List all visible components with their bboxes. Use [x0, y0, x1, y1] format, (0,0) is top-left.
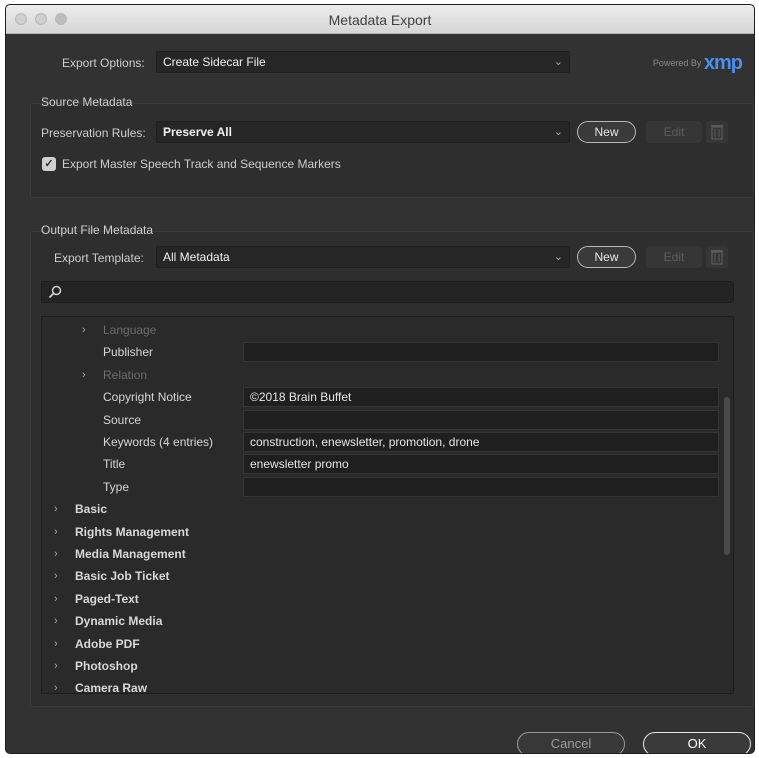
tree-group-row[interactable]: › Camera Raw [42, 677, 733, 699]
export-options-dropdown[interactable]: Create Sidecar File ⌄ [156, 51, 570, 73]
tree-row[interactable]: Publisher [42, 341, 733, 363]
tree-row[interactable]: Copyright Notice ©2018 Brain Buffet [42, 386, 733, 408]
chevron-right-icon[interactable]: › [54, 655, 58, 677]
tree-group-row[interactable]: › Adobe PDF [42, 633, 733, 655]
tree-group-row[interactable]: › Paged-Text [42, 588, 733, 610]
tree-group-label: Rights Management [75, 524, 190, 539]
chevron-down-icon: ⌄ [553, 251, 563, 263]
tree-row-label: Source [103, 412, 142, 427]
chevron-right-icon[interactable]: › [82, 319, 86, 341]
chevron-down-icon: ⌄ [553, 126, 563, 138]
export-template-dropdown[interactable]: All Metadata ⌄ [156, 246, 570, 268]
cancel-button[interactable]: Cancel [517, 732, 625, 753]
tree-group-row[interactable]: › Dynamic Media [42, 610, 733, 632]
preservation-edit-button[interactable]: Edit [646, 121, 702, 143]
source-metadata-panel [30, 103, 754, 198]
trash-icon [711, 250, 723, 265]
tree-group-label: Basic [75, 502, 108, 517]
metadata-value-field[interactable]: ©2018 Brain Buffet [243, 387, 719, 408]
metadata-search-input[interactable] [41, 281, 734, 303]
tree-row-label: Keywords (4 entries) [103, 435, 214, 449]
preservation-rules-label: Preservation Rules: [41, 126, 146, 140]
source-metadata-title: Source Metadata [41, 95, 133, 109]
tree-row-label: Copyright Notice [103, 390, 192, 405]
chevron-down-icon: ⌄ [553, 56, 563, 68]
preservation-new-button[interactable]: New [577, 121, 636, 143]
chevron-right-icon[interactable]: › [82, 364, 86, 386]
metadata-value-field[interactable]: construction, enewsletter, promotion, dr… [243, 432, 719, 452]
xmp-logo-text: xmp [703, 52, 743, 74]
preservation-rules-value: Preserve All [163, 125, 232, 139]
tree-group-label: Photoshop [75, 659, 138, 673]
metadata-value-field[interactable]: enewsletter promo [243, 454, 719, 475]
export-options-value: Create Sidecar File [163, 55, 266, 69]
tree-group-label: Basic Job Ticket [75, 569, 170, 584]
export-speech-markers-checkbox[interactable]: ✓ [42, 157, 56, 171]
tree-group-row[interactable]: › Rights Management [42, 521, 733, 543]
powered-by-text: Powered By [652, 57, 702, 68]
chevron-right-icon[interactable]: › [54, 677, 58, 699]
window-title: Metadata Export [328, 12, 432, 28]
xmp-logo: Powered By xmp [652, 52, 743, 75]
template-delete-button[interactable] [706, 246, 728, 268]
tree-group-row[interactable]: › Media Management [42, 543, 733, 565]
chevron-right-icon[interactable]: › [54, 498, 58, 520]
tree-row-label: Type [103, 479, 130, 494]
title-bar: Metadata Export [6, 5, 754, 34]
template-new-button[interactable]: New [577, 246, 636, 268]
search-icon [48, 285, 62, 299]
metadata-tree: › Language Publisher › Relation Copyright Not… [41, 316, 734, 695]
tree-group-row[interactable]: › Photoshop [42, 655, 733, 677]
template-edit-button[interactable]: Edit [646, 246, 702, 268]
tree-group-label: Adobe PDF [75, 636, 140, 651]
metadata-value-field[interactable] [243, 342, 719, 363]
tree-row-label: Publisher [103, 345, 154, 360]
tree-group-label: Media Management [75, 547, 186, 561]
trash-icon [711, 125, 723, 140]
metadata-export-dialog: Metadata Export Export Options: Create S… [5, 4, 755, 754]
ok-button[interactable]: OK [643, 732, 751, 753]
tree-group-row[interactable]: › Basic Job Ticket [42, 565, 733, 587]
preservation-delete-button[interactable] [706, 121, 728, 143]
tree-row[interactable]: Title enewsletter promo [42, 453, 733, 475]
chevron-right-icon[interactable]: › [54, 610, 58, 632]
tree-group-label: Paged-Text [75, 591, 139, 606]
chevron-right-icon[interactable]: › [54, 543, 58, 565]
tree-row[interactable]: Keywords (4 entries) construction, enewsl… [42, 431, 733, 453]
export-template-value: All Metadata [163, 250, 230, 264]
tree-row[interactable]: Source [42, 409, 733, 431]
tree-group-row[interactable]: › Basic [42, 498, 733, 520]
export-template-label: Export Template: [54, 251, 144, 265]
tree-row-label: Relation [103, 367, 148, 382]
chevron-right-icon[interactable]: › [54, 633, 58, 655]
metadata-value-field[interactable] [243, 409, 719, 430]
tree-row[interactable]: › Language [42, 319, 733, 341]
export-speech-markers-label: Export Master Speech Track and Sequence … [62, 157, 341, 171]
preservation-rules-dropdown[interactable]: Preserve All ⌄ [156, 121, 570, 143]
tree-row-label: Title [103, 457, 126, 472]
tree-row-label: Language [103, 323, 157, 337]
chevron-right-icon[interactable]: › [54, 521, 58, 543]
metadata-value-field[interactable] [243, 476, 719, 497]
tree-group-label: Dynamic Media [75, 614, 163, 629]
chevron-right-icon[interactable]: › [54, 588, 58, 610]
chevron-right-icon[interactable]: › [54, 565, 58, 587]
output-metadata-title: Output File Metadata [41, 223, 154, 237]
export-options-label: Export Options: [62, 56, 145, 70]
tree-group-label: Camera Raw [75, 681, 148, 696]
tree-row[interactable]: Type [42, 476, 733, 498]
tree-row[interactable]: › Relation [42, 364, 733, 386]
